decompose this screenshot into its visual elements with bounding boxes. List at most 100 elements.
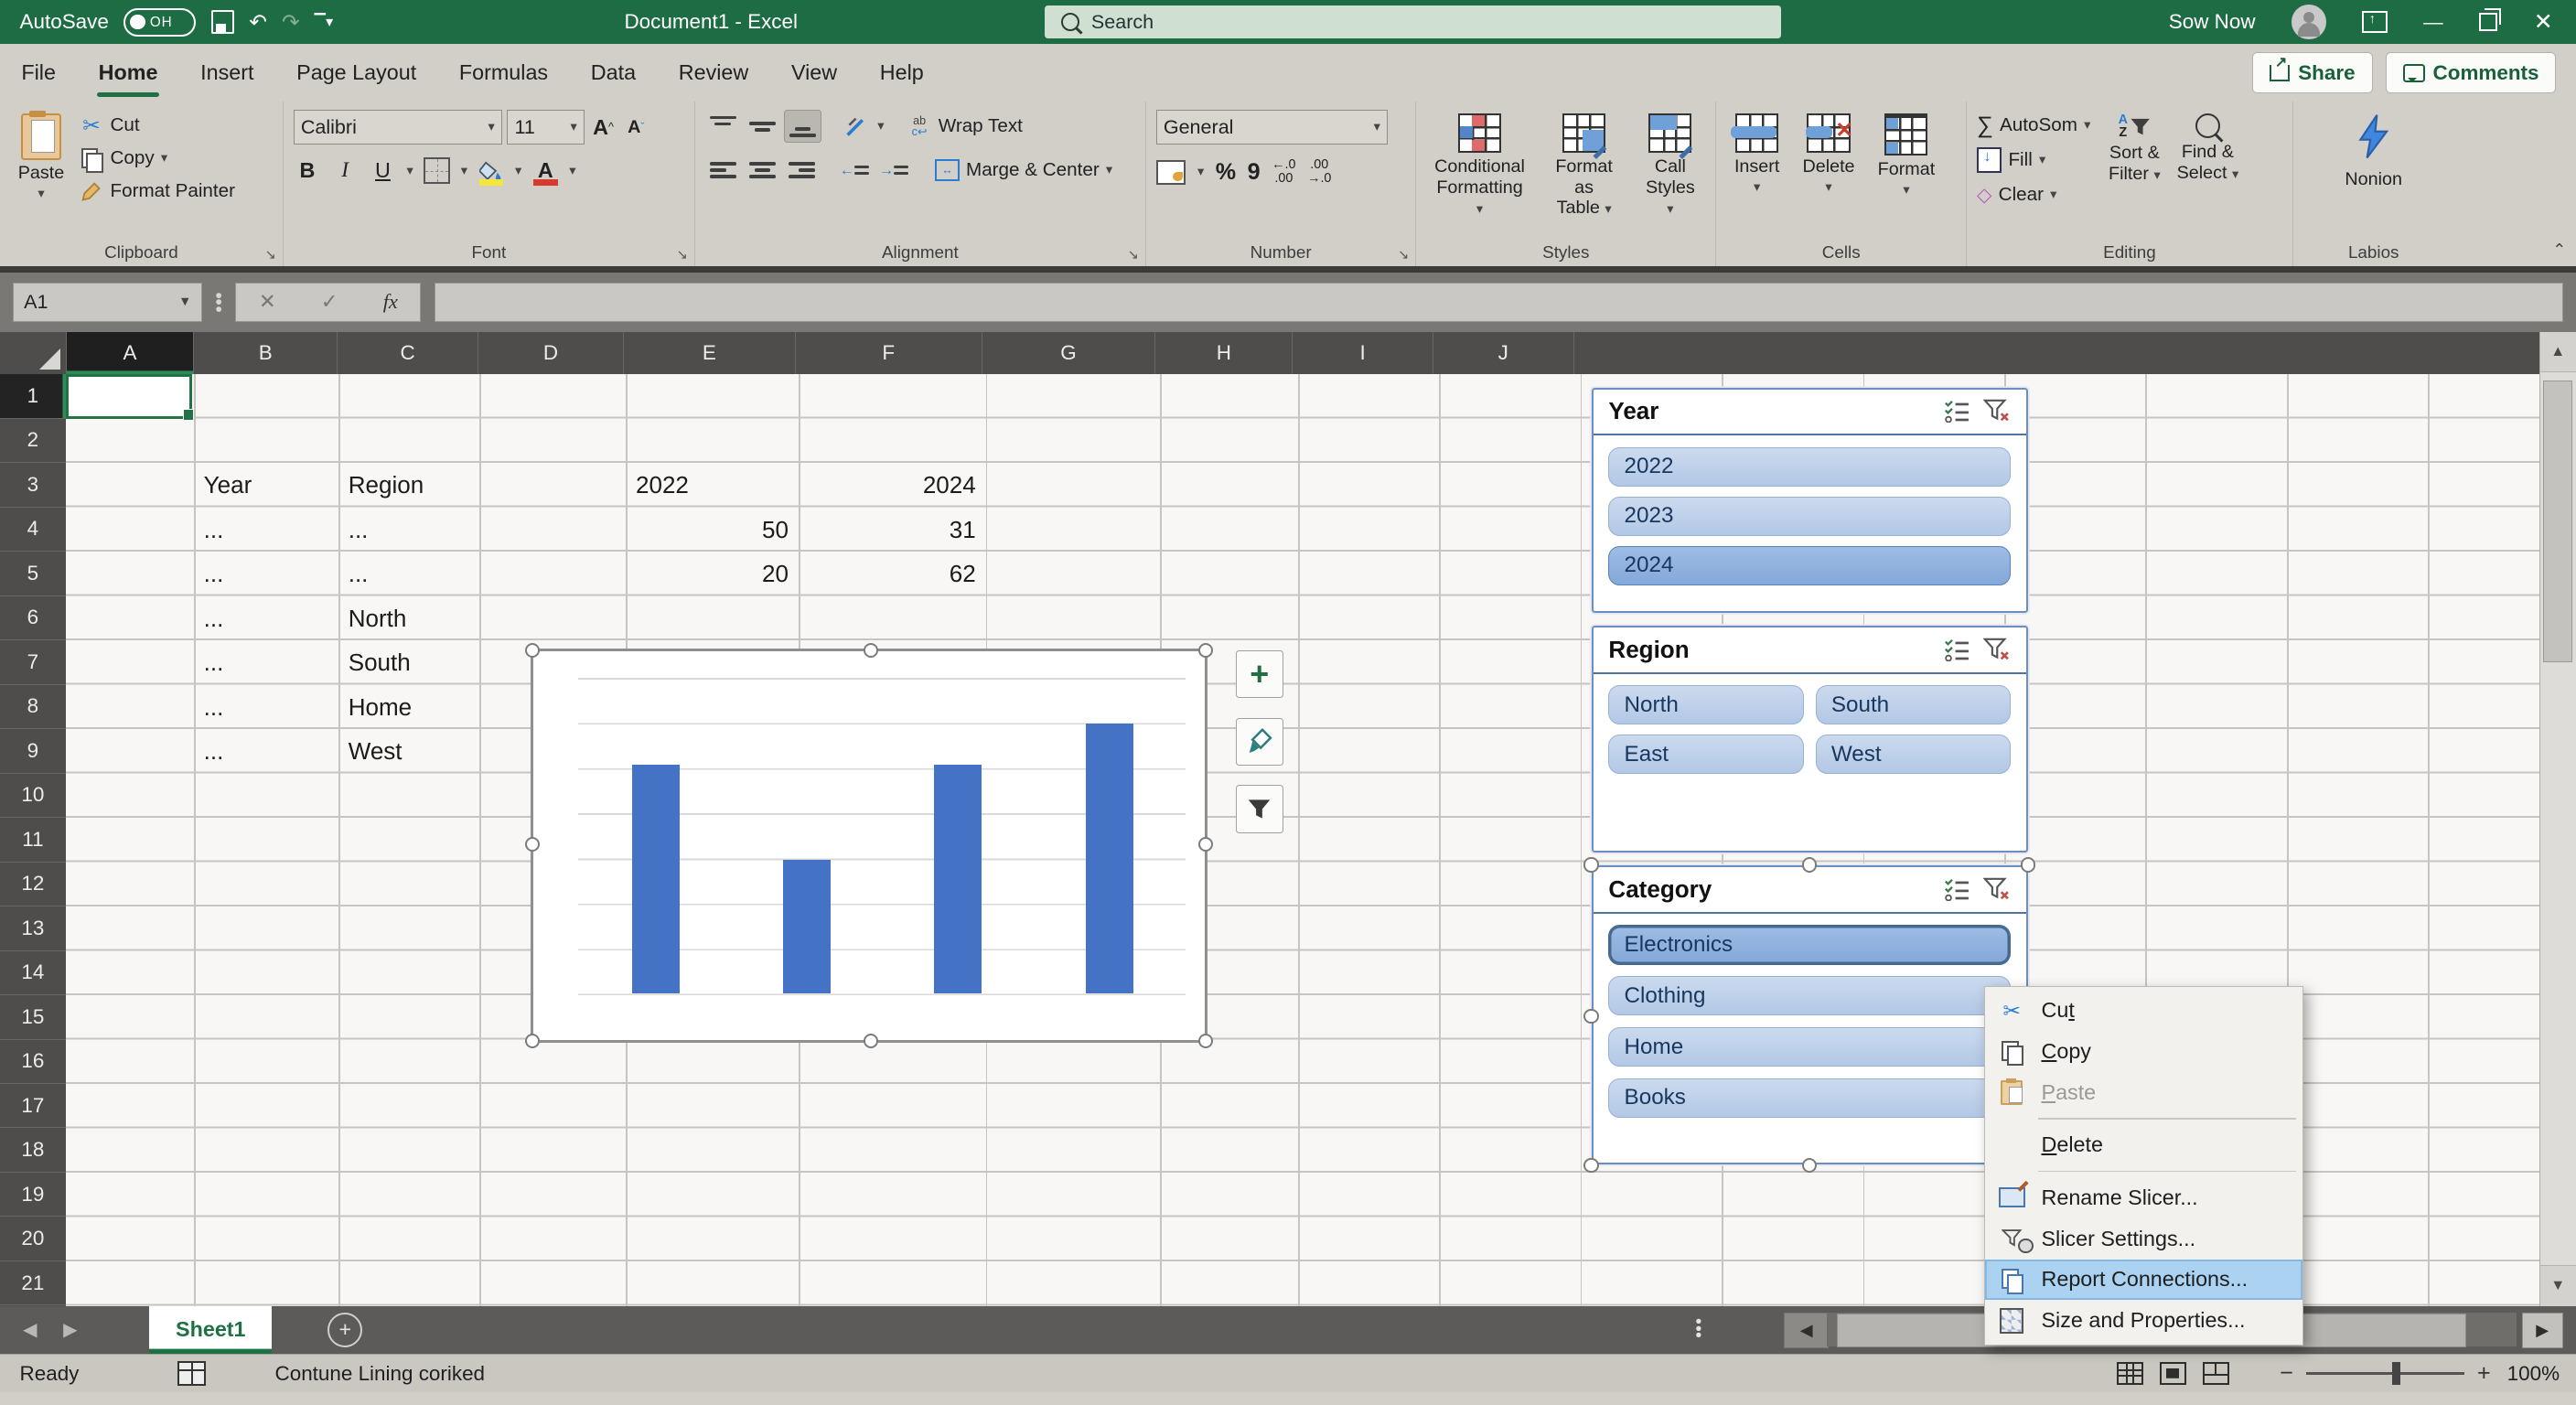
- multi-select-icon[interactable]: [1944, 878, 1970, 901]
- avatar[interactable]: [2292, 5, 2326, 39]
- zoom-level[interactable]: 100%: [2507, 1362, 2560, 1386]
- row-header[interactable]: 21: [0, 1261, 66, 1305]
- conditional-formatting-button[interactable]: ConditionalFormatting ▾: [1426, 110, 1533, 240]
- tab-review[interactable]: Review: [657, 44, 769, 102]
- number-format-combo[interactable]: General▾: [1156, 110, 1388, 145]
- row-header[interactable]: 10: [0, 774, 66, 818]
- zoom-slider[interactable]: [2306, 1372, 2463, 1376]
- cell-f3[interactable]: 2024: [799, 463, 976, 507]
- row-header[interactable]: 2: [0, 419, 66, 463]
- orientation-button[interactable]: [838, 111, 875, 142]
- slicer-item-books[interactable]: Books: [1608, 1078, 2011, 1118]
- decrease-decimal-button[interactable]: .00→.0: [1307, 158, 1331, 188]
- underline-button[interactable]: U: [369, 156, 397, 186]
- slicer-item-2023[interactable]: 2023: [1608, 497, 2011, 536]
- slicer-item-west[interactable]: West: [1816, 735, 2012, 774]
- slicer-item-clothing[interactable]: Clothing: [1608, 976, 2011, 1015]
- clipboard-dialog-launcher[interactable]: ↘: [265, 248, 276, 263]
- row-header[interactable]: 15: [0, 995, 66, 1039]
- font-dialog-launcher[interactable]: ↘: [677, 248, 688, 263]
- formula-input[interactable]: [435, 283, 2563, 322]
- minimize-button[interactable]: —: [2423, 12, 2443, 32]
- status-icon[interactable]: [177, 1361, 206, 1386]
- slicer-item-electronics[interactable]: Electronics: [1608, 925, 2011, 964]
- format-painter-button[interactable]: Format Painter: [79, 176, 235, 207]
- font-name-combo[interactable]: Calibri▾: [294, 110, 502, 145]
- zoom-slider-thumb[interactable]: [2392, 1362, 2400, 1385]
- sort-filter-button[interactable]: AZ Sort &Filter ▾: [2100, 110, 2169, 240]
- scroll-up-icon[interactable]: ▲: [2540, 332, 2576, 372]
- column-header-a[interactable]: A: [67, 332, 194, 375]
- chart-styles-button[interactable]: [1236, 718, 1283, 766]
- collapse-ribbon-icon[interactable]: ⌃: [2552, 241, 2566, 260]
- cell-f5[interactable]: 62: [799, 552, 976, 595]
- clear-filter-icon[interactable]: [1983, 877, 2012, 902]
- wrap-text-button[interactable]: abc↩ Wrap Text: [907, 111, 1023, 142]
- ribbon-display-options-icon[interactable]: [2362, 11, 2387, 33]
- row-header[interactable]: 19: [0, 1173, 66, 1217]
- increase-indent-button[interactable]: →: [875, 155, 912, 186]
- alignment-dialog-launcher[interactable]: ↘: [1128, 248, 1139, 263]
- row-header[interactable]: 20: [0, 1217, 66, 1260]
- page-break-view-button[interactable]: [2195, 1355, 2238, 1393]
- normal-view-button[interactable]: [2109, 1355, 2152, 1393]
- column-header-d[interactable]: D: [478, 332, 624, 375]
- format-as-table-button[interactable]: Format asTable ▾: [1540, 110, 1628, 240]
- name-box[interactable]: A1▼: [13, 283, 202, 322]
- save-icon[interactable]: [211, 10, 235, 34]
- font-color-button[interactable]: A: [531, 156, 560, 186]
- comments-button[interactable]: Comments: [2386, 52, 2557, 93]
- fill-button[interactable]: Fill ▾: [1977, 145, 2090, 176]
- close-button[interactable]: ✕: [2534, 11, 2553, 34]
- paste-button[interactable]: Paste▾: [10, 110, 72, 240]
- redo-icon[interactable]: ↷: [282, 12, 300, 33]
- align-bottom-button[interactable]: [784, 110, 822, 143]
- row-header[interactable]: 13: [0, 906, 66, 950]
- italic-button[interactable]: I: [331, 156, 360, 186]
- align-middle-button[interactable]: [745, 111, 781, 142]
- row-header[interactable]: 18: [0, 1128, 66, 1172]
- insert-function-icon[interactable]: fx: [383, 290, 398, 314]
- formula-bar-splitter[interactable]: •••: [215, 292, 222, 313]
- slicer-resize-handle[interactable]: [1583, 1009, 1598, 1024]
- decrease-indent-button[interactable]: ←: [836, 155, 873, 186]
- menu-item-cut[interactable]: ✂ Cut: [1985, 990, 2302, 1031]
- menu-item-copy[interactable]: Copy: [1985, 1031, 2302, 1072]
- autosum-button[interactable]: ∑AutoSom ▾: [1977, 110, 2090, 141]
- menu-item-delete[interactable]: Delete: [1985, 1124, 2302, 1165]
- cell-c7[interactable]: South: [349, 640, 411, 684]
- row-header[interactable]: 11: [0, 818, 66, 862]
- restore-button[interactable]: [2479, 13, 2497, 31]
- slicer-item-2024[interactable]: 2024: [1608, 546, 2011, 585]
- multi-select-icon[interactable]: [1944, 638, 1970, 661]
- clear-button[interactable]: ◇Clear ▾: [1977, 179, 2090, 210]
- cell-b8[interactable]: ...: [204, 685, 224, 729]
- enter-formula-icon[interactable]: ✓: [321, 290, 338, 314]
- zoom-out-icon[interactable]: −: [2280, 1360, 2293, 1387]
- tab-page-layout[interactable]: Page Layout: [275, 44, 438, 102]
- find-select-button[interactable]: Find &Select ▾: [2169, 110, 2248, 240]
- row-header[interactable]: 14: [0, 951, 66, 995]
- borders-button[interactable]: [423, 156, 451, 186]
- number-dialog-launcher[interactable]: ↘: [1398, 248, 1409, 263]
- cell-c4[interactable]: ...: [349, 508, 369, 552]
- menu-item-slicer-settings[interactable]: Slicer Settings...: [1985, 1218, 2302, 1260]
- cell-b4[interactable]: ...: [204, 508, 224, 552]
- vertical-scrollbar[interactable]: ▲ ▼: [2539, 332, 2576, 1306]
- row-header[interactable]: 16: [0, 1040, 66, 1084]
- hscroll-right-icon[interactable]: ▶: [2522, 1313, 2563, 1349]
- bold-button[interactable]: B: [294, 156, 322, 186]
- chart-bar-1[interactable]: [632, 765, 680, 993]
- copy-button[interactable]: Copy ▾: [79, 143, 235, 174]
- zoom-in-icon[interactable]: +: [2477, 1360, 2491, 1387]
- comma-style-button[interactable]: 9: [1248, 159, 1261, 186]
- column-header-h[interactable]: H: [1155, 332, 1293, 375]
- slicer-resize-handle[interactable]: [1583, 1158, 1598, 1173]
- hscroll-left-icon[interactable]: ◀: [1784, 1313, 1829, 1349]
- clear-filter-icon[interactable]: [1983, 399, 2012, 424]
- chart-resize-handle[interactable]: [864, 643, 878, 658]
- cell-e5[interactable]: 20: [626, 552, 789, 595]
- cell-e4[interactable]: 50: [626, 508, 789, 552]
- undo-icon[interactable]: ↶: [249, 12, 267, 33]
- cell-styles-button[interactable]: CallStyles ▾: [1635, 110, 1705, 240]
